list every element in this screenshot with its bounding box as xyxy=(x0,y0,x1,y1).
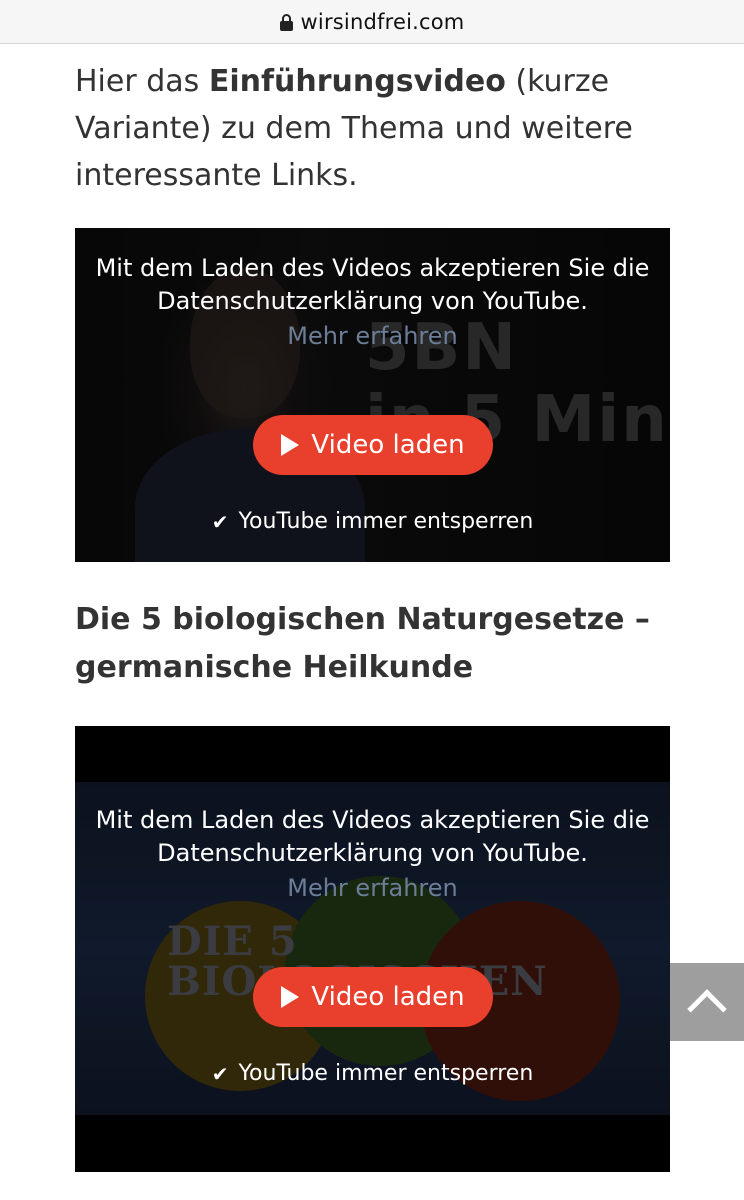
play-icon xyxy=(281,986,300,1008)
scroll-to-top-button[interactable] xyxy=(670,963,744,1041)
consent-text: Mit dem Laden des Videos akzeptieren Sie… xyxy=(95,806,650,867)
video-embed-2: DIE 5 BIOLOGISCHEN N E Mit dem Laden des… xyxy=(75,726,670,1172)
consent-text-block: Mit dem Laden des Videos akzeptieren Sie… xyxy=(75,252,670,353)
always-unlock-youtube-checkbox[interactable]: ✔ YouTube immer entsperren xyxy=(75,509,670,534)
always-unlock-youtube-checkbox[interactable]: ✔ YouTube immer entsperren xyxy=(75,1061,670,1086)
load-video-label: Video laden xyxy=(311,430,465,460)
chevron-up-icon xyxy=(687,989,727,1029)
check-icon: ✔ xyxy=(211,1061,229,1086)
check-icon: ✔ xyxy=(211,509,229,534)
intro-paragraph: Hier das Einführungsvideo (kurze Variant… xyxy=(75,58,675,199)
url-text: wirsindfrei.com xyxy=(300,9,465,34)
intro-bold-text: Einführungsvideo xyxy=(208,64,506,99)
load-video-button[interactable]: Video laden xyxy=(253,415,493,475)
lock-icon xyxy=(279,14,293,31)
play-icon xyxy=(281,434,300,456)
video-embed-1: 5BN in 5 Min Mit dem Laden des Videos ak… xyxy=(75,228,670,562)
load-video-button[interactable]: Video laden xyxy=(253,967,493,1027)
intro-text: Hier das xyxy=(75,64,209,99)
load-video-label: Video laden xyxy=(311,982,465,1012)
browser-address-bar[interactable]: wirsindfrei.com xyxy=(0,0,744,44)
unlock-label: YouTube immer entsperren xyxy=(238,509,534,534)
video-consent-overlay xyxy=(75,726,670,1172)
consent-text-block: Mit dem Laden des Videos akzeptieren Sie… xyxy=(75,804,670,905)
more-info-link[interactable]: Mehr erfahren xyxy=(75,320,670,353)
unlock-label: YouTube immer entsperren xyxy=(238,1061,534,1086)
more-info-link[interactable]: Mehr erfahren xyxy=(75,872,670,905)
section-heading: Die 5 biologischen Naturgesetze – german… xyxy=(75,602,650,685)
consent-text: Mit dem Laden des Videos akzeptieren Sie… xyxy=(95,254,650,315)
